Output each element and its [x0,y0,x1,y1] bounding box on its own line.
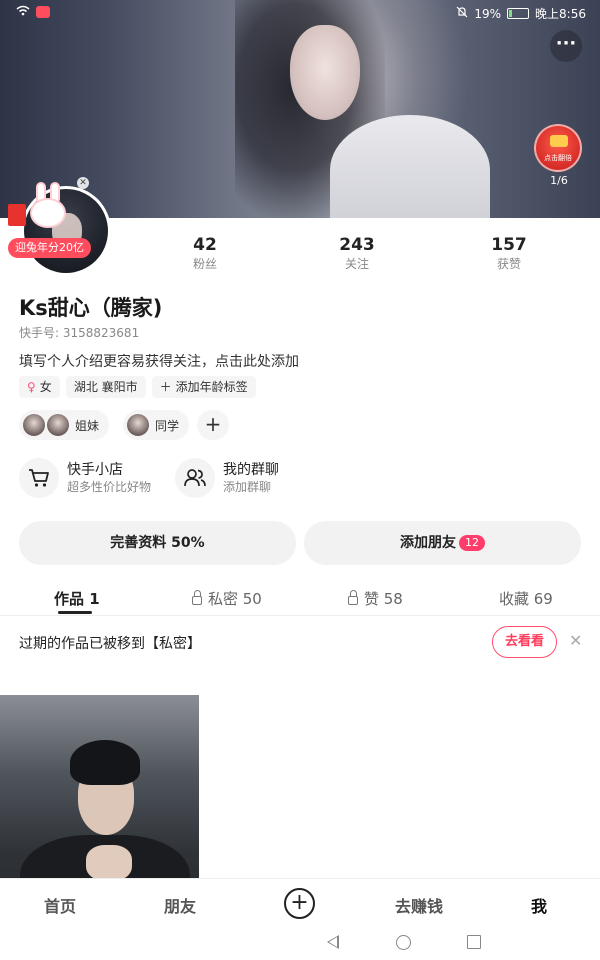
nav-home[interactable]: 首页 [44,893,76,917]
following-label: 关注 [344,257,369,271]
gender-label: 女 [39,380,52,394]
friend-avatar [47,414,69,436]
followers-stat[interactable]: 42 粉丝 [165,234,245,272]
shop-entry[interactable]: 快手小店 超多性价比好物 [19,458,151,498]
add-friends-button[interactable]: 添加朋友 12 [304,521,581,565]
location-label: 湖北 襄阳市 [73,380,138,394]
relation-sisters-label: 姐妹 [75,418,100,433]
status-bar: 19% 晚上8:56 [0,0,600,24]
shop-subtitle: 超多性价比好物 [67,480,152,494]
user-id[interactable]: 快手号: 3158823681 [19,324,139,341]
likes-stat[interactable]: 157 获赞 [469,234,549,272]
following-count: 243 [339,235,375,255]
promo-tag[interactable]: 迎兔年分20亿 [8,238,91,258]
profile-tags: ♀ 女 湖北 襄阳市 ＋ 添加年龄标签 [19,376,256,398]
red-packet-button[interactable]: 点击翻倍 [534,124,582,172]
likes-label: 获赞 [496,257,521,271]
cart-icon [19,458,59,498]
close-icon[interactable]: ✕ [569,631,582,650]
nav-friends[interactable]: 朋友 [164,893,196,917]
clock: 晚上8:56 [535,7,586,21]
active-tab-indicator [58,611,92,614]
nav-me[interactable]: 我 [531,893,547,917]
more-options-button[interactable]: ··· [550,30,582,62]
tab-favorites[interactable]: 收藏 69 [499,588,553,609]
lock-icon [192,590,202,605]
complete-profile-label: 完善资料 50% [110,535,205,551]
following-stat[interactable]: 243 关注 [317,234,397,272]
add-friends-label: 添加朋友 [400,535,456,551]
tab-favorites-label: 收藏 69 [499,590,553,608]
shop-title: 快手小店 [67,462,123,478]
group-chat-title: 我的群聊 [223,462,279,478]
app-notification-icon [36,6,50,18]
relation-classmates-label: 同学 [155,418,180,433]
go-view-button[interactable]: 去看看 [492,626,557,658]
tab-liked-label: 赞 58 [364,590,403,608]
battery-percent: 19% [474,6,502,21]
female-icon: ♀ [27,380,36,394]
group-chat-subtitle: 添加群聊 [223,480,272,494]
profile-banner-image[interactable] [0,0,600,218]
system-nav-bar [0,926,600,960]
mute-bell-icon [456,6,468,21]
back-icon[interactable] [327,935,339,949]
group-users-icon [175,458,215,498]
bottom-nav: 首页 朋友 + 去赚钱 我 [0,878,600,926]
add-age-tag[interactable]: ＋ 添加年龄标签 [151,376,256,398]
wifi-icon [16,5,30,19]
red-packet-icon [550,135,568,147]
friend-avatar [23,414,45,436]
likes-count: 157 [491,235,527,255]
location-tag[interactable]: 湖北 襄阳市 [65,376,146,398]
red-packet-label: 点击翻倍 [544,154,572,162]
home-icon[interactable] [396,935,411,950]
gender-tag[interactable]: ♀ 女 [19,376,60,398]
recent-apps-icon[interactable] [467,935,481,949]
tab-works[interactable]: 作品 1 [54,588,100,609]
tab-works-label: 作品 1 [54,590,100,608]
group-chat-entry[interactable]: 我的群聊 添加群聊 [175,458,279,498]
add-relation-button[interactable]: + [197,410,229,440]
nav-earn[interactable]: 去赚钱 [395,893,443,917]
bunny-mascot-icon[interactable] [8,182,72,232]
banner-image-counter: 1/6 [550,174,568,187]
tab-liked[interactable]: 赞 58 [348,588,403,609]
add-friends-badge: 12 [459,535,485,551]
tab-private-label: 私密 50 [208,590,262,608]
bio-prompt[interactable]: 填写个人介绍更容易获得关注，点击此处添加 [19,351,299,371]
relation-classmates[interactable]: 同学 [123,410,190,440]
create-plus-button[interactable]: + [284,888,315,919]
nickname[interactable]: Ks甜心（腾家) [19,292,162,322]
plus-icon: ＋ [159,380,172,394]
followers-label: 粉丝 [192,257,217,271]
battery-icon [507,8,530,19]
followers-count: 42 [193,235,217,255]
friend-avatar [127,414,149,436]
lock-icon [348,590,358,605]
close-icon[interactable]: ✕ [77,177,89,189]
relation-sisters[interactable]: 姐妹 [19,410,110,440]
expired-works-notice: 过期的作品已被移到【私密】 [19,636,201,652]
add-age-label: 添加年龄标签 [175,380,248,394]
tab-private[interactable]: 私密 50 [192,588,262,609]
complete-profile-button[interactable]: 完善资料 50% [19,521,296,565]
